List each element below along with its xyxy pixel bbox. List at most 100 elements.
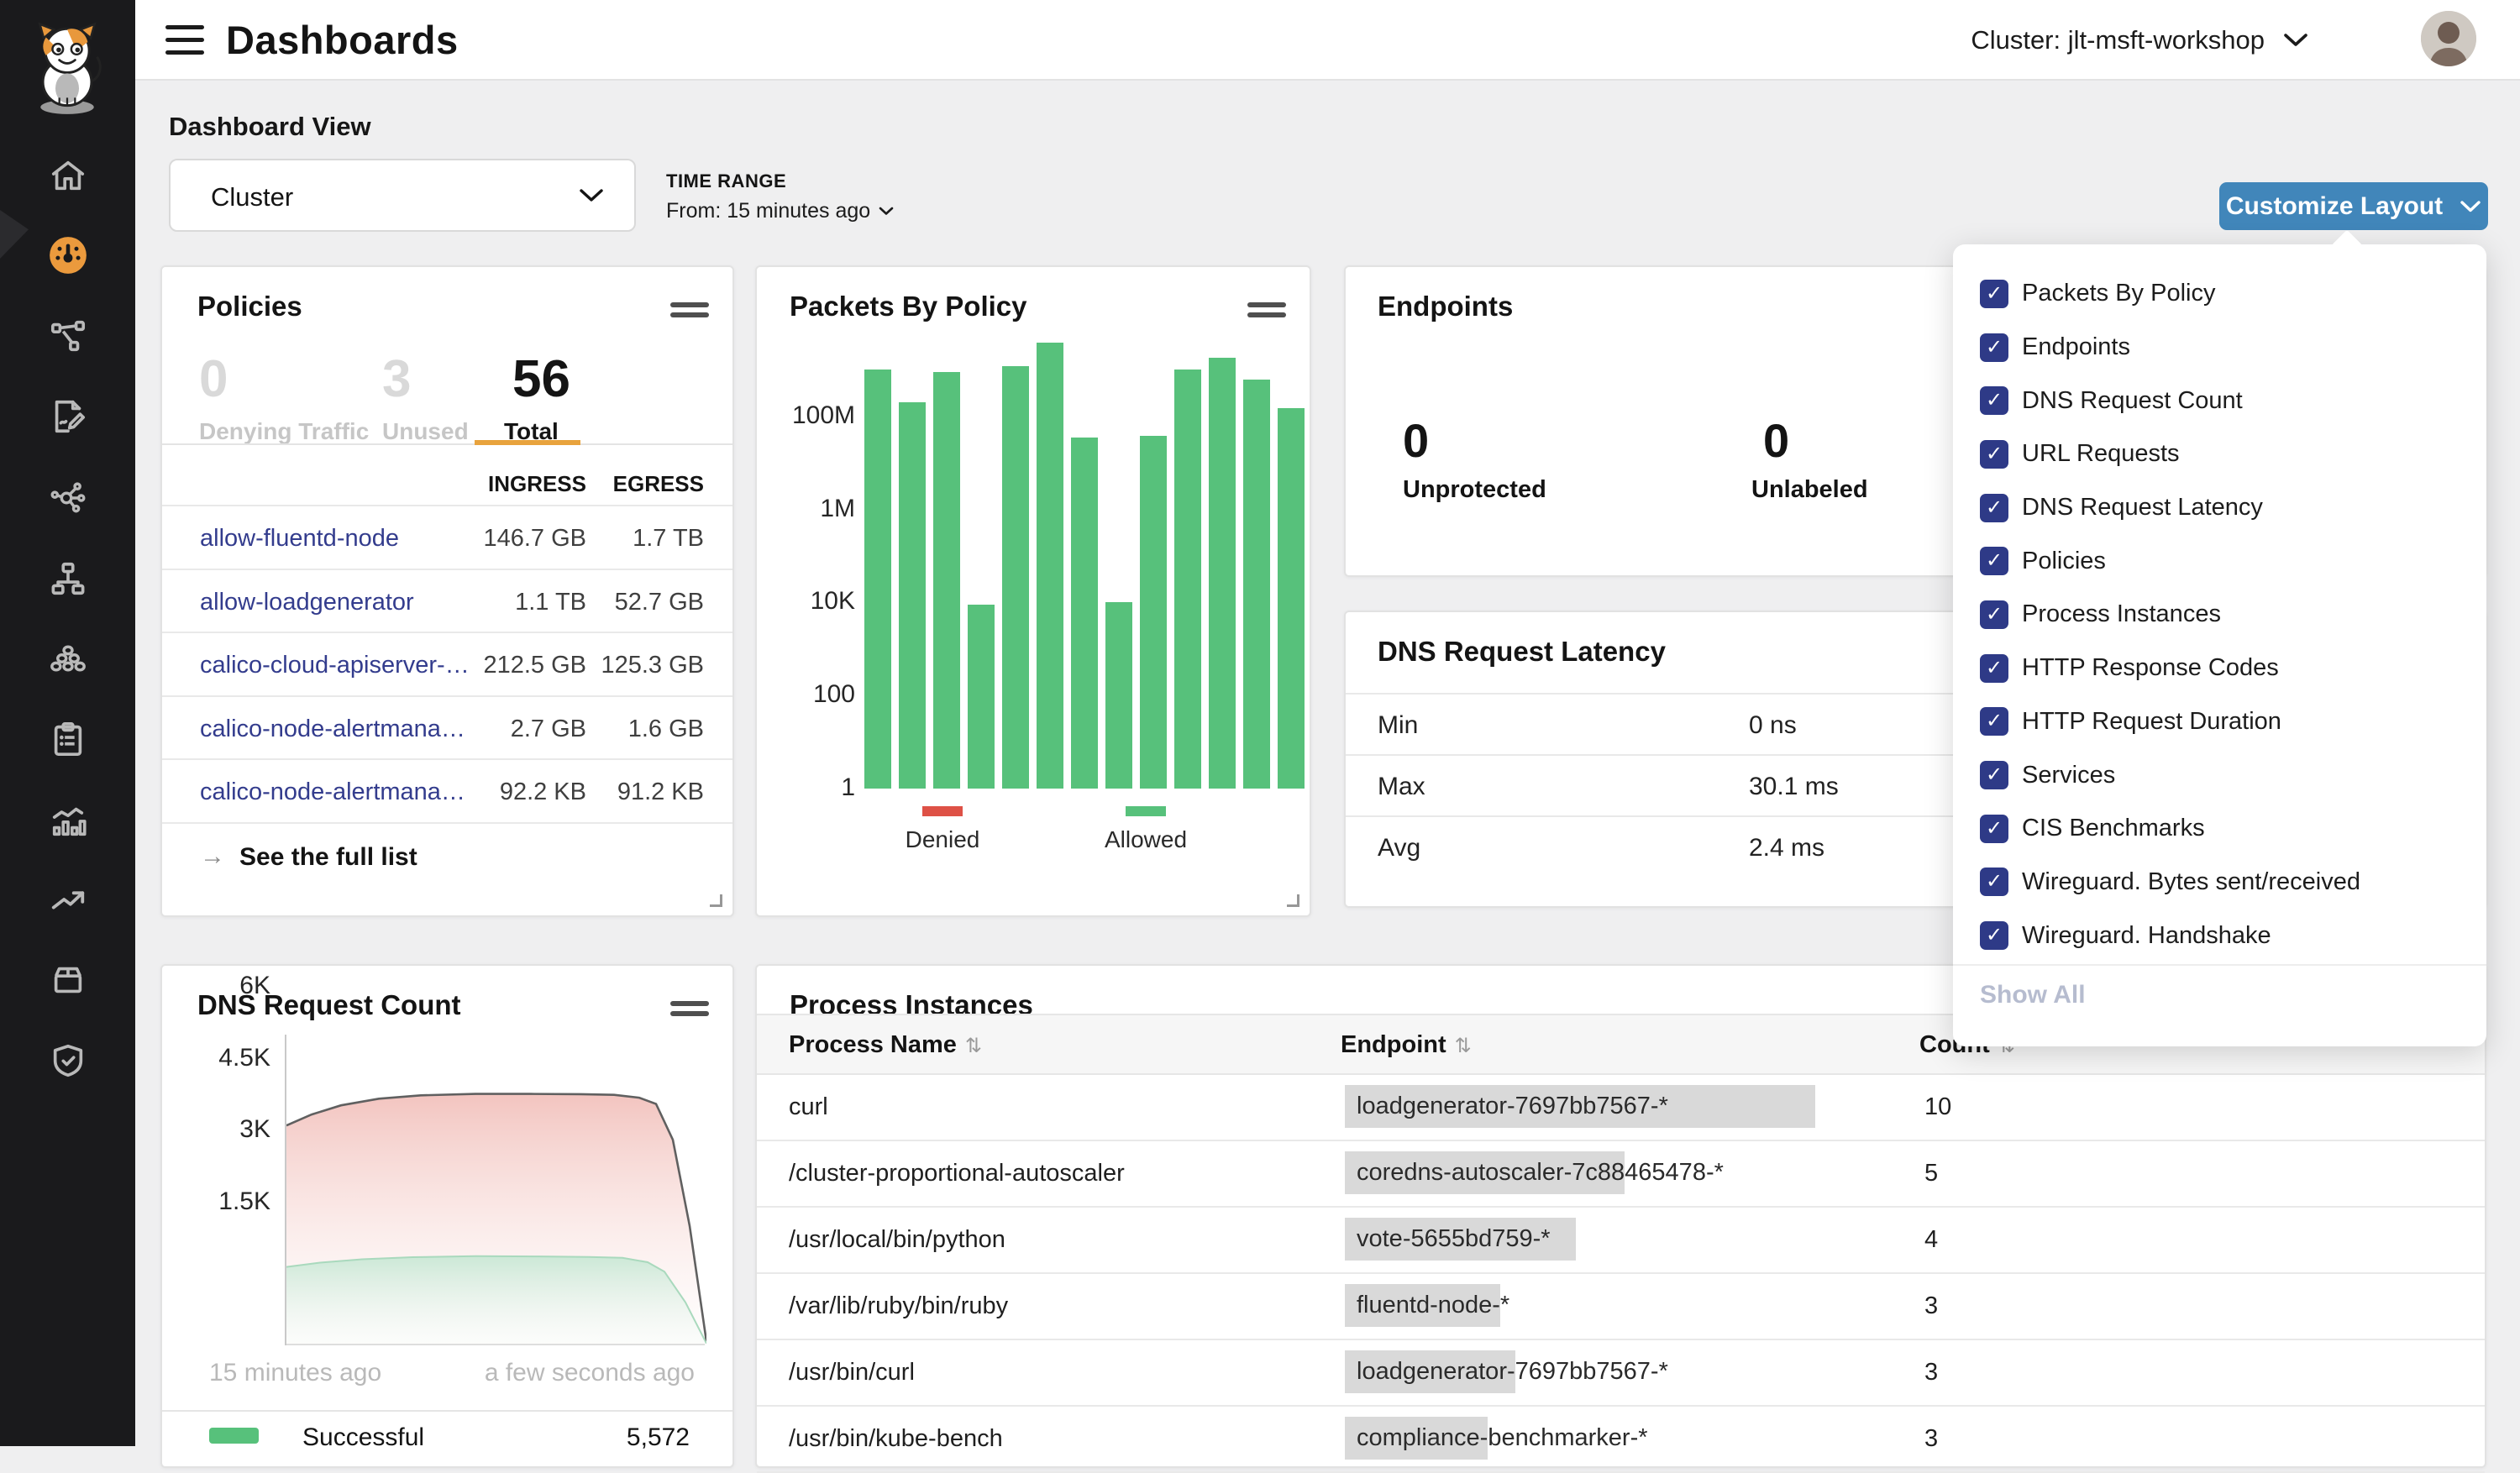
- drag-handle-icon[interactable]: [670, 302, 709, 317]
- sidebar-item-service-graph[interactable]: [0, 311, 135, 361]
- stat-total-active[interactable]: 56 Total: [512, 351, 570, 445]
- checkbox-checked-icon[interactable]: ✓: [1980, 761, 2008, 789]
- checkbox-checked-icon[interactable]: ✓: [1980, 333, 2008, 362]
- dashboard-screen: Dashboards Cluster: jlt-msft-workshop: [0, 0, 2520, 1446]
- stat-label: Unprotected: [1403, 476, 1546, 504]
- customize-layout-dropdown: ✓Packets By Policy✓Endpoints✓DNS Request…: [1953, 244, 2486, 1046]
- policy-ingress-value: 92.2 KB: [460, 778, 586, 806]
- sort-icon[interactable]: ⇅: [965, 1035, 982, 1057]
- view-select[interactable]: Cluster: [169, 159, 636, 232]
- sidebar-item-packages[interactable]: [0, 955, 135, 1005]
- calico-cat-logo[interactable]: [20, 15, 114, 118]
- checkbox-checked-icon[interactable]: ✓: [1980, 868, 2008, 896]
- customize-menu-item[interactable]: ✓ HTTP Request Duration: [1953, 695, 2486, 749]
- sidebar-item-network-topology[interactable]: [0, 553, 135, 604]
- policy-egress-value: 1.6 GB: [578, 716, 704, 743]
- checkbox-checked-icon[interactable]: ✓: [1980, 547, 2008, 575]
- sidebar-item-threat-defense[interactable]: [0, 1035, 135, 1086]
- customize-menu-item[interactable]: ✓HTTP Response Codes: [1953, 642, 2486, 695]
- packets-by-policy-card: Packets By Policy 100M1M10K1001 Denied A…: [755, 265, 1311, 917]
- endpoint-highlight: loadgenerator-: [1345, 1350, 1515, 1393]
- customize-menu-item[interactable]: ✓DNS Request Latency: [1953, 481, 2486, 535]
- checkbox-checked-icon[interactable]: ✓: [1980, 600, 2008, 629]
- sidebar-nav: [0, 0, 135, 1446]
- allowed-bar: [1174, 370, 1201, 789]
- policy-name-link[interactable]: calico-cloud-apiserver-…: [200, 652, 470, 679]
- dns-count-y-axis: 6K4.5K3K1.5K: [162, 966, 270, 1345]
- legend-denied[interactable]: Denied: [879, 806, 1005, 853]
- hamburger-menu-icon[interactable]: [165, 22, 206, 59]
- y-axis-tick-label: 6K: [162, 972, 270, 1002]
- dashboards-gauge-icon: [47, 234, 89, 276]
- customize-menu-item[interactable]: ✓DNS Request Count: [1953, 374, 2486, 427]
- sidebar-item-flow-visualizations[interactable]: [0, 794, 135, 845]
- chevron-down-icon: [879, 207, 894, 216]
- checkbox-checked-icon[interactable]: ✓: [1980, 921, 2008, 950]
- divider: [162, 443, 732, 445]
- sidebar-item-dashboards-active[interactable]: [0, 230, 135, 280]
- policy-name-link[interactable]: calico-node-alertmana…: [200, 778, 465, 806]
- resize-handle-icon[interactable]: [1287, 894, 1299, 907]
- sidebar-item-policy-editor[interactable]: [0, 391, 135, 442]
- divider: [1953, 964, 2486, 966]
- dns-count-legend-row[interactable]: Successful 5,572: [162, 1410, 732, 1469]
- policy-name-link[interactable]: allow-loadgenerator: [200, 589, 414, 616]
- customize-menu-item[interactable]: ✓Wireguard. Bytes sent/received: [1953, 856, 2486, 909]
- process-name-column-header[interactable]: Process Name⇅: [789, 1031, 982, 1059]
- latency-value: 2.4 ms: [1749, 834, 1824, 862]
- customize-menu-item-label: Wireguard. Handshake: [2022, 922, 2271, 950]
- sidebar-item-home[interactable]: [0, 150, 135, 201]
- customize-menu-item[interactable]: ✓Policies: [1953, 534, 2486, 588]
- customize-menu-item-label: Packets By Policy: [2022, 280, 2215, 307]
- checkbox-checked-icon[interactable]: ✓: [1980, 440, 2008, 469]
- document-edit-icon: [49, 397, 87, 436]
- checkbox-checked-icon[interactable]: ✓: [1980, 654, 2008, 683]
- customize-layout-button[interactable]: Customize Layout: [2219, 182, 2488, 230]
- sidebar-item-honeypods[interactable]: [0, 633, 135, 684]
- resize-handle-icon[interactable]: [710, 894, 722, 907]
- cluster-selector[interactable]: Cluster: jlt-msft-workshop: [1971, 20, 2308, 60]
- user-avatar[interactable]: [2421, 11, 2476, 66]
- checkbox-checked-icon[interactable]: ✓: [1980, 386, 2008, 415]
- drag-handle-icon[interactable]: [670, 1001, 709, 1016]
- policies-table-row: calico-node-alertmana…2.7 GB1.6 GB: [162, 695, 732, 759]
- policy-name-link[interactable]: calico-node-alertmana…: [200, 716, 465, 743]
- successful-swatch: [209, 1428, 259, 1444]
- customize-menu-item[interactable]: ✓Endpoints: [1953, 321, 2486, 375]
- customize-menu-item[interactable]: ✓ Packets By Policy: [1953, 267, 2486, 321]
- process-name-cell: /cluster-proportional-autoscaler: [789, 1160, 1125, 1187]
- show-all-link[interactable]: Show All: [1980, 981, 2086, 1009]
- sidebar-item-timeline[interactable]: [0, 874, 135, 925]
- cluster-selector-label: Cluster: jlt-msft-workshop: [1971, 25, 2265, 55]
- checkbox-checked-icon[interactable]: ✓: [1980, 494, 2008, 522]
- checkbox-checked-icon[interactable]: ✓: [1980, 707, 2008, 736]
- endpoint-column-header[interactable]: Endpoint⇅: [1341, 1031, 1472, 1059]
- home-icon: [49, 156, 87, 195]
- customize-menu-item[interactable]: ✓Services: [1953, 748, 2486, 802]
- customize-menu-item[interactable]: ✓CIS Benchmarks: [1953, 802, 2486, 856]
- clipboard-icon: [49, 720, 87, 758]
- stat-denying-traffic[interactable]: 0 Denying Traffic: [199, 351, 369, 445]
- policies-table-row: calico-cloud-apiserver-…212.5 GB125.3 GB: [162, 632, 732, 695]
- legend-allowed[interactable]: Allowed: [1083, 806, 1209, 853]
- sidebar-item-endpoints[interactable]: [0, 473, 135, 523]
- sidebar-item-compliance-reports[interactable]: [0, 714, 135, 764]
- dns-request-count-card: DNS Request Count 6K4.5K3K1.5K 15 minute…: [160, 964, 734, 1468]
- sort-icon[interactable]: ⇅: [1455, 1035, 1472, 1057]
- customize-menu-item-label: HTTP Request Duration: [2022, 708, 2281, 736]
- checkbox-checked-icon[interactable]: ✓: [1980, 280, 2008, 308]
- allowed-bar: [864, 370, 891, 789]
- stat-unused[interactable]: 3 Unused: [382, 351, 469, 445]
- customize-menu-item[interactable]: ✓Process Instances: [1953, 588, 2486, 642]
- checkbox-checked-icon[interactable]: ✓: [1980, 815, 2008, 843]
- customize-menu-item[interactable]: ✓URL Requests: [1953, 427, 2486, 481]
- policy-egress-value: 52.7 GB: [578, 589, 704, 616]
- time-range-value[interactable]: From: 15 minutes ago: [666, 199, 894, 223]
- process-table-row: /var/lib/ruby/bin/rubyfluentd-node-*3: [757, 1274, 2485, 1340]
- see-full-list-link[interactable]: See the full list: [239, 843, 417, 872]
- customize-menu-item[interactable]: ✓ Wireguard. Handshake: [1953, 909, 2486, 962]
- endpoint-rest: 465478-*: [1625, 1151, 1724, 1194]
- policy-name-link[interactable]: allow-fluentd-node: [200, 525, 399, 553]
- drag-handle-icon[interactable]: [1247, 302, 1286, 317]
- allowed-bar: [1105, 602, 1132, 789]
